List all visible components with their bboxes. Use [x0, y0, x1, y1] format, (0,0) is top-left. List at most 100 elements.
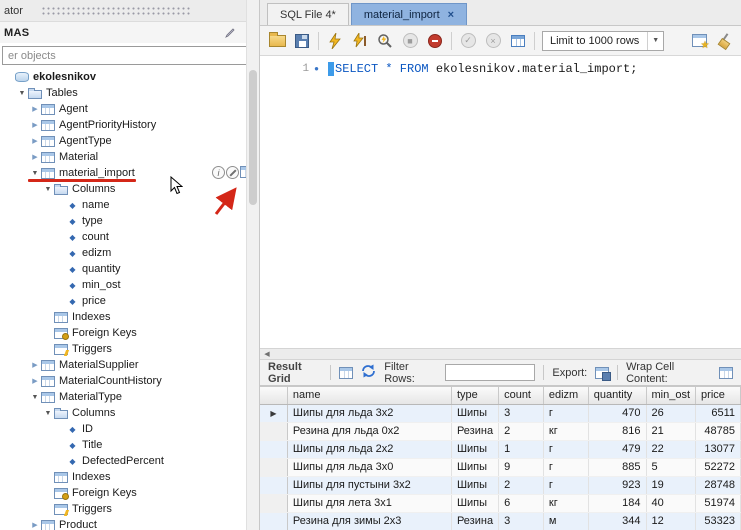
drag-handle[interactable] — [41, 6, 191, 16]
expander-icon[interactable]: ▶ — [29, 521, 41, 529]
grid-col-header-name[interactable]: name — [287, 387, 451, 404]
grid-cell[interactable]: 3 — [499, 404, 544, 422]
expander-icon[interactable]: ▼ — [42, 410, 54, 417]
tree-item-agenttype[interactable]: ▶AgentType — [0, 133, 246, 149]
tree-item-quantity[interactable]: ◆quantity — [0, 261, 246, 277]
explain-icon[interactable] — [376, 32, 394, 50]
limit-rows-dropdown[interactable]: Limit to 1000 rows ▼ — [542, 31, 664, 51]
tree-item-ekolesnikov[interactable]: ekolesnikov — [0, 69, 246, 85]
grid-cell[interactable]: 12 — [646, 512, 696, 530]
grid-cell[interactable]: 19 — [646, 476, 696, 494]
info-icon[interactable]: i — [212, 166, 225, 179]
grid-cell[interactable]: 470 — [588, 404, 646, 422]
grid-cell[interactable]: Шипы — [451, 494, 498, 512]
grid-cell[interactable]: 344 — [588, 512, 646, 530]
grid-cell[interactable]: Шипы для льда 3x2 — [287, 404, 451, 422]
close-tab-icon[interactable]: × — [448, 9, 454, 21]
grid-cell[interactable]: 5 — [646, 458, 696, 476]
tree-item-tables[interactable]: ▼Tables — [0, 85, 246, 101]
expander-icon[interactable]: ▶ — [29, 105, 41, 113]
grid-cell[interactable]: Шипы для льда 2x2 — [287, 440, 451, 458]
row-selector[interactable] — [260, 494, 287, 512]
tree-item-indexes[interactable]: Indexes — [0, 469, 246, 485]
autocommit-icon[interactable] — [509, 32, 527, 50]
grid-col-header-count[interactable]: count — [499, 387, 544, 404]
grid-cell[interactable]: 28748 — [696, 476, 741, 494]
grid-cell[interactable]: 48785 — [696, 422, 741, 440]
tree-item-price[interactable]: ◆price — [0, 293, 246, 309]
grid-cell[interactable]: 2 — [499, 476, 544, 494]
stop-on-error-icon[interactable] — [426, 32, 444, 50]
tree-item-materialcounthistory[interactable]: ▶MaterialCountHistory — [0, 373, 246, 389]
grid-cell[interactable]: 816 — [588, 422, 646, 440]
grid-cell[interactable]: Шипы для лета 3x1 — [287, 494, 451, 512]
grid-cell[interactable]: 9 — [499, 458, 544, 476]
grid-cell[interactable]: 22 — [646, 440, 696, 458]
scrollbar-thumb[interactable] — [249, 70, 257, 205]
grid-cell[interactable]: 51974 — [696, 494, 741, 512]
tree-item-materialtype[interactable]: ▼MaterialType — [0, 389, 246, 405]
tree-item-agent[interactable]: ▶Agent — [0, 101, 246, 117]
tree-item-min-ost[interactable]: ◆min_ost — [0, 277, 246, 293]
grid-cell[interactable]: 923 — [588, 476, 646, 494]
tree-item-material[interactable]: ▶Material — [0, 149, 246, 165]
grid-cell[interactable]: кг — [543, 422, 588, 440]
execute-icon[interactable] — [326, 32, 344, 50]
grid-cell[interactable]: 885 — [588, 458, 646, 476]
tree-item-foreign-keys[interactable]: Foreign Keys — [0, 325, 246, 341]
tree-item-edizm[interactable]: ◆edizm — [0, 245, 246, 261]
tree-item-triggers[interactable]: Triggers — [0, 501, 246, 517]
tab-sql-file-4[interactable]: SQL File 4* — [267, 3, 349, 25]
grid-cell[interactable]: Шипы — [451, 404, 498, 422]
tree-item-product[interactable]: ▶Product — [0, 517, 246, 530]
grid-cell[interactable]: 21 — [646, 422, 696, 440]
tree-item-indexes[interactable]: Indexes — [0, 309, 246, 325]
tree-item-agentpriorityhistory[interactable]: ▶AgentPriorityHistory — [0, 117, 246, 133]
expander-icon[interactable]: ▼ — [16, 90, 28, 97]
filter-rows-input[interactable] — [445, 364, 535, 381]
grid-cell[interactable]: 13077 — [696, 440, 741, 458]
row-selector[interactable] — [260, 440, 287, 458]
grid-col-header-type[interactable]: type — [451, 387, 498, 404]
execute-current-statement-icon[interactable] — [351, 32, 369, 50]
sidebar-scrollbar[interactable] — [246, 0, 259, 530]
grid-cell[interactable]: 1 — [499, 440, 544, 458]
expander-icon[interactable]: ▶ — [29, 121, 41, 129]
expander-icon[interactable]: ▼ — [42, 186, 54, 193]
expander-icon[interactable]: ▶ — [29, 377, 41, 385]
add-snippet-icon[interactable]: ★ — [690, 32, 708, 50]
tree-item-triggers[interactable]: Triggers — [0, 341, 246, 357]
row-selector[interactable] — [260, 476, 287, 494]
grid-cell[interactable]: 479 — [588, 440, 646, 458]
row-selector[interactable] — [260, 458, 287, 476]
tree-item-materialsupplier[interactable]: ▶MaterialSupplier — [0, 357, 246, 373]
result-grid-label[interactable]: Result Grid — [268, 361, 322, 385]
sql-editor[interactable]: 1 ● SELECT * FROM ekolesnikov.material_i… — [260, 56, 741, 348]
sql-query-line[interactable]: SELECT * FROM ekolesnikov.material_impor… — [328, 62, 637, 76]
grid-cell[interactable]: Резина для зимы 2x3 — [287, 512, 451, 530]
grid-cell[interactable]: г — [543, 404, 588, 422]
grid-cell[interactable]: Шипы — [451, 458, 498, 476]
grid-cell[interactable]: 40 — [646, 494, 696, 512]
save-icon[interactable] — [293, 32, 311, 50]
grid-cell[interactable]: 184 — [588, 494, 646, 512]
scroll-left-icon[interactable]: ◀ — [260, 350, 274, 358]
filter-objects-input[interactable] — [2, 46, 248, 65]
grid-col-header-quantity[interactable]: quantity — [588, 387, 646, 404]
grid-col-header-edizm[interactable]: edizm — [543, 387, 588, 404]
expander-icon[interactable]: ▼ — [29, 170, 41, 177]
grid-cell[interactable]: Шипы — [451, 440, 498, 458]
tab-material-import[interactable]: material_import × — [351, 3, 467, 25]
beautify-icon[interactable] — [715, 32, 733, 50]
wrench-icon[interactable] — [226, 166, 239, 179]
grid-cell[interactable]: 26 — [646, 404, 696, 422]
grid-options-icon[interactable] — [339, 367, 353, 379]
grid-cell[interactable]: 2 — [499, 422, 544, 440]
refresh-icon[interactable] — [361, 364, 376, 381]
pin-icon[interactable] — [224, 27, 236, 39]
expander-icon[interactable]: ▶ — [29, 361, 41, 369]
expander-icon[interactable]: ▶ — [29, 153, 41, 161]
grid-cell[interactable]: г — [543, 476, 588, 494]
grid-cell[interactable]: Шипы — [451, 476, 498, 494]
grid-col-header-price[interactable]: price — [696, 387, 741, 404]
